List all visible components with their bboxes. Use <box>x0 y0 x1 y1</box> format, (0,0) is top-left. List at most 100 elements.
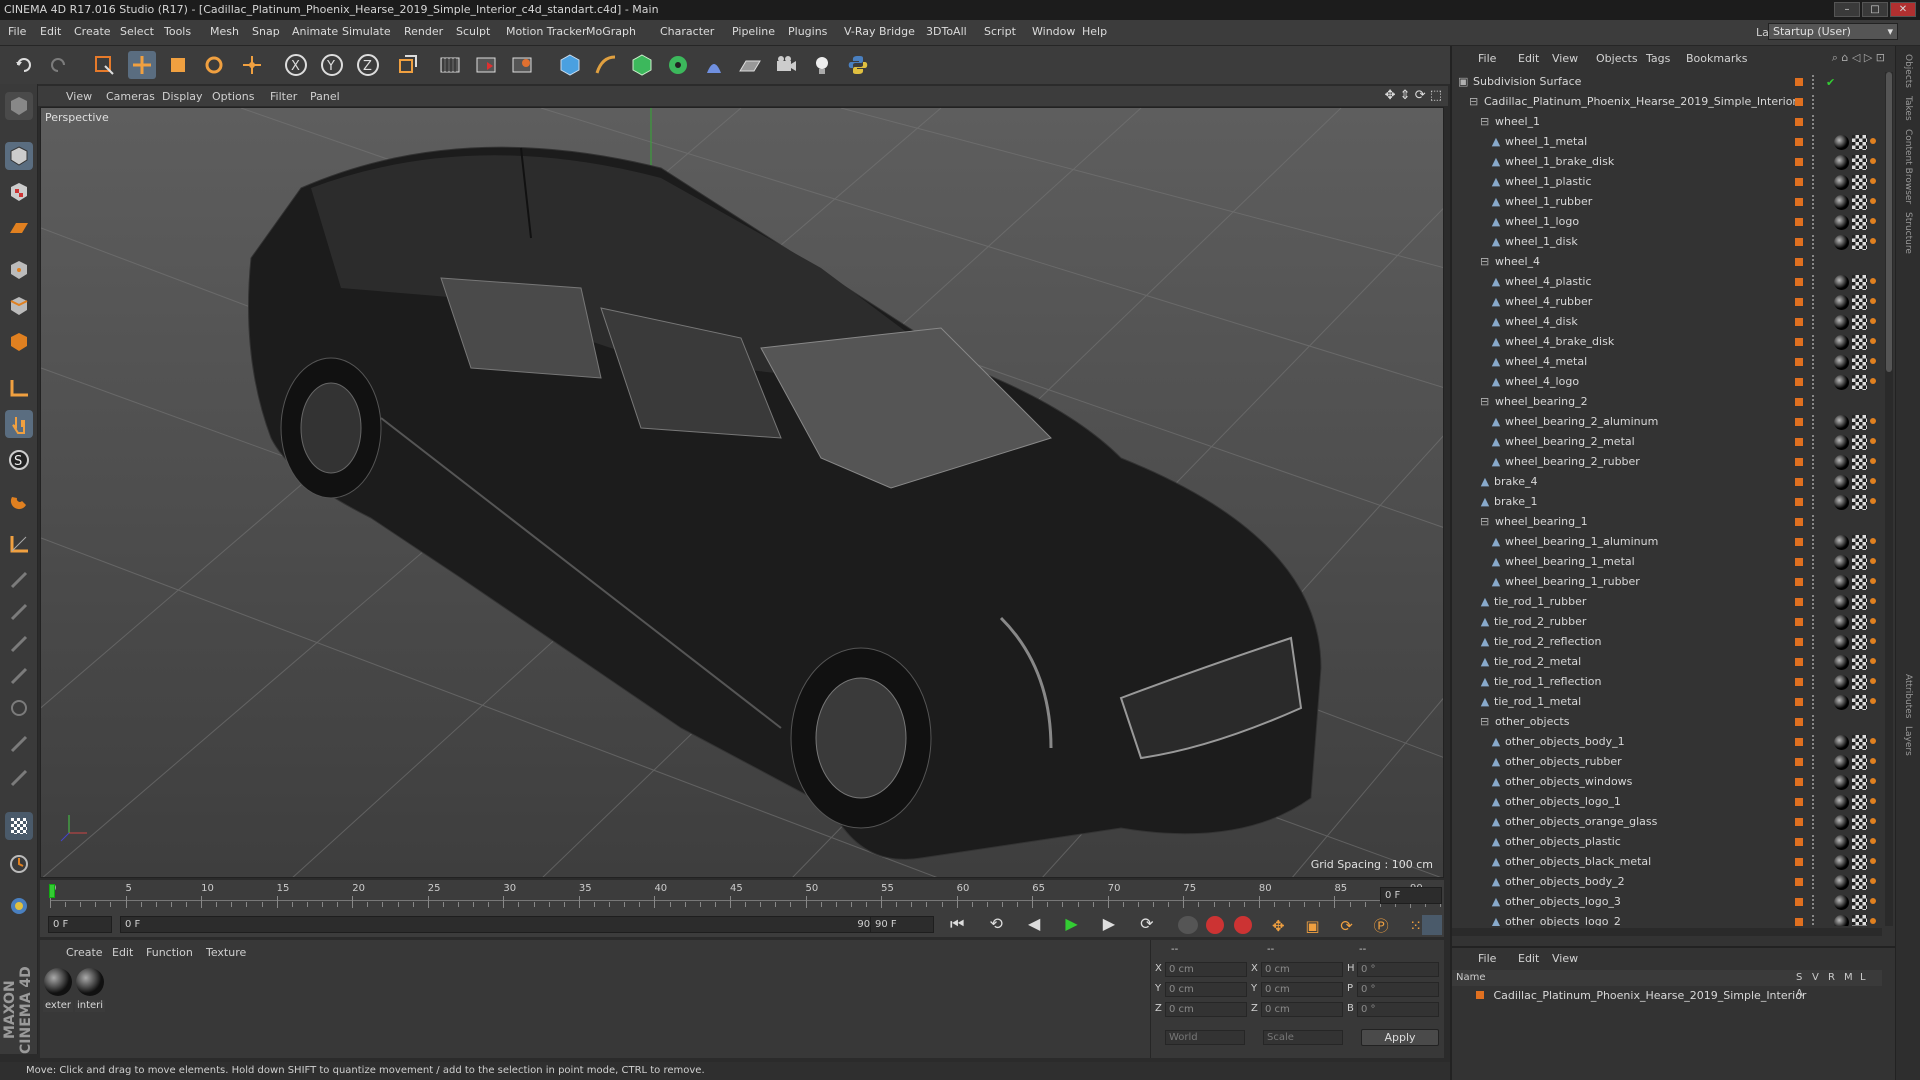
move-tool-icon[interactable] <box>128 51 156 79</box>
texture-tag-icon[interactable] <box>1852 155 1867 170</box>
undo-icon[interactable] <box>10 51 38 79</box>
polygons-mode-icon[interactable] <box>5 328 33 356</box>
z-axis-icon[interactable]: Z <box>354 51 382 79</box>
visibility-dots-icon[interactable] <box>1812 375 1816 389</box>
material-tag-icon[interactable] <box>1834 335 1849 350</box>
material-tag-icon[interactable] <box>1834 295 1849 310</box>
object-row[interactable]: ▲ other_objects_windows <box>1452 772 1882 792</box>
coord-value-field[interactable]: 0 cm <box>1261 982 1343 997</box>
layer-tag-icon[interactable] <box>1795 498 1803 506</box>
object-row[interactable]: ▲ other_objects_black_metal <box>1452 852 1882 872</box>
object-row[interactable]: ▲ wheel_1_rubber <box>1452 192 1882 212</box>
visibility-dots-icon[interactable] <box>1812 75 1816 89</box>
object-row[interactable]: ▲ wheel_bearing_2_aluminum <box>1452 412 1882 432</box>
object-menu-bookmarks[interactable]: Bookmarks <box>1686 52 1747 65</box>
visibility-dots-icon[interactable] <box>1812 475 1816 489</box>
layer-tag-icon[interactable] <box>1795 658 1803 666</box>
visibility-dots-icon[interactable] <box>1812 695 1816 709</box>
phong-tag-icon[interactable] <box>1870 158 1876 164</box>
start-frame-field[interactable]: 0 F <box>48 916 112 933</box>
object-row[interactable]: ▲ other_objects_rubber <box>1452 752 1882 772</box>
cube-primitive-icon[interactable] <box>556 51 584 79</box>
layer-tag-icon[interactable] <box>1795 258 1803 266</box>
object-name[interactable]: tie_rod_2_metal <box>1494 655 1581 668</box>
material-tag-icon[interactable] <box>1834 695 1849 710</box>
object-name[interactable]: tie_rod_1_rubber <box>1494 595 1586 608</box>
material-menu-function[interactable]: Function <box>146 946 193 959</box>
material-tag-icon[interactable] <box>1834 435 1849 450</box>
render-settings-icon[interactable] <box>508 51 536 79</box>
viewport-menu-cameras[interactable]: Cameras <box>106 90 155 103</box>
menu-render[interactable]: Render <box>404 25 443 38</box>
object-menu-view[interactable]: View <box>1552 52 1578 65</box>
texture-tag-icon[interactable] <box>1852 635 1867 650</box>
menu-create[interactable]: Create <box>74 25 111 38</box>
layer-tag-icon[interactable] <box>1795 778 1803 786</box>
layer-tag-icon[interactable] <box>1795 818 1803 826</box>
object-name[interactable]: wheel_4_plastic <box>1505 275 1592 288</box>
object-menu-objects[interactable]: Objects <box>1596 52 1638 65</box>
object-row[interactable]: ▲ wheel_bearing_2_metal <box>1452 432 1882 452</box>
layer-flag-v[interactable]: V <box>1812 970 1828 986</box>
material-tag-icon[interactable] <box>1834 355 1849 370</box>
layer-tag-icon[interactable] <box>1795 578 1803 586</box>
python-icon[interactable] <box>844 51 872 79</box>
texture-tag-icon[interactable] <box>1852 615 1867 630</box>
edges-mode-icon[interactable] <box>5 292 33 320</box>
visibility-dots-icon[interactable] <box>1812 195 1816 209</box>
phong-tag-icon[interactable] <box>1870 458 1876 464</box>
texture-tag-icon[interactable] <box>1852 875 1867 890</box>
object-row[interactable]: ▲ wheel_bearing_1_metal <box>1452 552 1882 572</box>
texture-tag-icon[interactable] <box>1852 355 1867 370</box>
object-row[interactable]: ▲ other_objects_logo_3 <box>1452 892 1882 912</box>
object-name[interactable]: wheel_bearing_2 <box>1495 395 1588 408</box>
viewport-camera-label[interactable]: Perspective <box>45 111 109 124</box>
object-row[interactable]: ⊟ other_objects <box>1452 712 1882 732</box>
layout-select[interactable]: Startup (User) <box>1768 23 1898 40</box>
object-name[interactable]: brake_4 <box>1494 475 1538 488</box>
visibility-dots-icon[interactable] <box>1812 915 1816 926</box>
texture-tag-icon[interactable] <box>1852 495 1867 510</box>
object-name[interactable]: wheel_bearing_1_aluminum <box>1505 535 1658 548</box>
texture-tag-icon[interactable] <box>1852 855 1867 870</box>
material-tag-icon[interactable] <box>1834 675 1849 690</box>
checkerboard-grid-icon[interactable] <box>5 812 33 840</box>
material-interior-label[interactable]: interi <box>75 1000 105 1012</box>
visibility-dots-icon[interactable] <box>1812 255 1816 269</box>
phong-tag-icon[interactable] <box>1870 678 1876 684</box>
viewport-menu-options[interactable]: Options <box>212 90 254 103</box>
layer-tag-icon[interactable] <box>1795 898 1803 906</box>
object-row[interactable]: ▲ wheel_bearing_2_rubber <box>1452 452 1882 472</box>
texture-tag-icon[interactable] <box>1852 915 1867 926</box>
object-name[interactable]: other_objects_orange_glass <box>1505 815 1657 828</box>
phong-tag-icon[interactable] <box>1870 538 1876 544</box>
object-row[interactable]: ▲ wheel_1_disk <box>1452 232 1882 252</box>
visibility-dots-icon[interactable] <box>1812 615 1816 629</box>
material-tag-icon[interactable] <box>1834 855 1849 870</box>
visibility-dots-icon[interactable] <box>1812 555 1816 569</box>
phong-tag-icon[interactable] <box>1870 638 1876 644</box>
material-tag-icon[interactable] <box>1834 455 1849 470</box>
layer-menu-file[interactable]: File <box>1478 952 1496 965</box>
phong-tag-icon[interactable] <box>1870 418 1876 424</box>
material-exterior-swatch[interactable] <box>44 968 72 996</box>
phong-tag-icon[interactable] <box>1870 138 1876 144</box>
right-tab-content-browser[interactable]: Content Browser <box>1903 129 1913 204</box>
texture-tag-icon[interactable] <box>1852 195 1867 210</box>
material-tag-icon[interactable] <box>1834 895 1849 910</box>
right-tab-takes[interactable]: Takes <box>1903 96 1913 121</box>
phong-tag-icon[interactable] <box>1870 798 1876 804</box>
object-row[interactable]: ⊟ wheel_4 <box>1452 252 1882 272</box>
texture-tag-icon[interactable] <box>1852 775 1867 790</box>
texture-tag-icon[interactable] <box>1852 675 1867 690</box>
visibility-dots-icon[interactable] <box>1812 95 1816 109</box>
coord-value-field[interactable]: 0 cm <box>1261 1002 1343 1017</box>
texture-tag-icon[interactable] <box>1852 175 1867 190</box>
texture-tag-icon[interactable] <box>1852 375 1867 390</box>
layer-tag-icon[interactable] <box>1795 798 1803 806</box>
layer-tag-icon[interactable] <box>1795 338 1803 346</box>
object-name[interactable]: other_objects_plastic <box>1505 835 1621 848</box>
layer-menu-view[interactable]: View <box>1552 952 1578 965</box>
object-menu-tags[interactable]: Tags <box>1646 52 1670 65</box>
layer-flag-l[interactable]: L <box>1860 970 1876 986</box>
